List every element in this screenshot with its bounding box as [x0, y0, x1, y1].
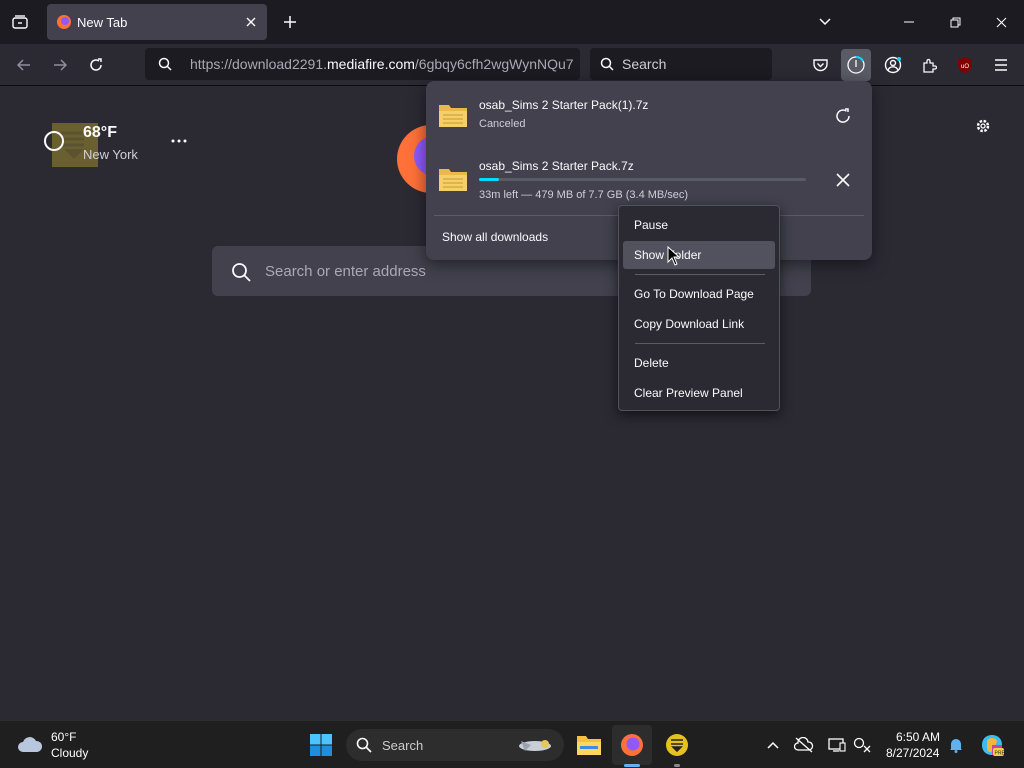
taskbar-search[interactable]: Search	[346, 729, 564, 761]
reload-icon[interactable]	[86, 55, 106, 75]
pocket-icon[interactable]	[809, 54, 831, 76]
download-context-menu: Pause Show Folder Go To Download Page Co…	[618, 205, 780, 411]
file-explorer-icon[interactable]	[574, 731, 604, 759]
search-highlight-icon	[514, 734, 556, 756]
download-filename: osab_Sims 2 Starter Pack.7z	[479, 159, 634, 173]
windows-taskbar: 60°F Cloudy Search 6:50 AM 8/27/2024 PRE	[0, 720, 1024, 768]
cancel-download-icon[interactable]	[832, 169, 854, 191]
download-status: Canceled	[479, 118, 526, 130]
display-icon[interactable]	[826, 734, 848, 756]
close-window-icon[interactable]	[991, 12, 1011, 32]
retry-icon[interactable]	[832, 105, 854, 127]
onedrive-offline-icon[interactable]	[793, 734, 815, 756]
search-bar-placeholder: Search	[622, 56, 667, 72]
menu-item-pause[interactable]: Pause	[623, 211, 775, 239]
downloads-icon[interactable]	[841, 49, 871, 81]
download-manager-icon[interactable]	[663, 731, 691, 759]
menu-divider	[635, 343, 765, 344]
notification-bell-icon[interactable]	[946, 735, 966, 755]
search-icon	[230, 261, 252, 283]
clock-date[interactable]: 8/27/2024	[886, 746, 939, 760]
newtab-search-placeholder: Search or enter address	[265, 263, 426, 280]
download-progress-bar	[479, 178, 806, 181]
close-tab-icon[interactable]	[243, 14, 259, 30]
menu-item-show-folder[interactable]: Show Folder	[623, 241, 775, 269]
settings-gear-icon[interactable]	[972, 115, 994, 137]
firefox-icon	[56, 14, 72, 30]
menu-icon[interactable]	[990, 54, 1012, 76]
copilot-icon[interactable]: PRE	[978, 731, 1006, 759]
clock-time[interactable]: 6:50 AM	[896, 730, 940, 744]
menu-item-go-to-download-page[interactable]: Go To Download Page	[623, 280, 775, 308]
active-app-indicator	[624, 764, 640, 767]
taskbar-weather-desc[interactable]: Cloudy	[51, 746, 88, 760]
svg-text:uO: uO	[961, 64, 969, 70]
taskbar-weather-temp[interactable]: 60°F	[51, 730, 76, 744]
show-all-downloads-link[interactable]: Show all downloads	[442, 230, 548, 244]
download-progress-fill	[479, 178, 499, 181]
chevron-up-icon[interactable]	[763, 735, 783, 755]
back-icon[interactable]	[14, 55, 34, 75]
tab-title: New Tab	[77, 15, 128, 30]
menu-item-clear-preview-panel[interactable]: Clear Preview Panel	[623, 379, 775, 407]
chevron-down-icon[interactable]	[815, 12, 835, 32]
new-tab-icon[interactable]	[280, 12, 300, 32]
weather-location: New York	[83, 147, 138, 162]
menu-item-delete[interactable]: Delete	[623, 349, 775, 377]
download-filename: osab_Sims 2 Starter Pack(1).7z	[479, 98, 649, 112]
menu-divider	[635, 274, 765, 275]
url-text: https://download2291.mediafire.com/6gbqy…	[190, 56, 574, 72]
weather-options-icon[interactable]	[169, 131, 189, 151]
search-bar[interactable]: Search	[590, 48, 772, 80]
download-item[interactable]: osab_Sims 2 Starter Pack(1).7z Canceled	[426, 89, 872, 145]
forward-icon[interactable]	[50, 55, 70, 75]
account-icon[interactable]	[882, 54, 904, 76]
taskbar-search-placeholder: Search	[382, 738, 424, 753]
tab-list-icon[interactable]	[8, 12, 32, 32]
download-status: 33m left — 479 MB of 7.7 GB (3.4 MB/sec)	[479, 189, 689, 201]
archive-file-icon	[438, 165, 468, 193]
tab-strip: New Tab	[0, 0, 1024, 44]
archive-file-icon	[438, 101, 468, 129]
weather-temperature: 68°F	[83, 124, 117, 141]
firefox-logo	[396, 124, 430, 194]
ublock-origin-icon[interactable]: uO	[954, 54, 976, 76]
cloud-icon[interactable]	[16, 731, 44, 757]
search-icon	[599, 56, 615, 72]
search-icon	[157, 56, 173, 72]
mouse-cursor	[667, 245, 681, 266]
tab-new-tab[interactable]: New Tab	[47, 4, 267, 40]
nav-bar: https://download2291.mediafire.com/6gbqy…	[0, 44, 1024, 86]
restore-icon[interactable]	[945, 12, 965, 32]
app-running-indicator	[674, 764, 680, 767]
extensions-icon[interactable]	[918, 54, 940, 76]
minimize-icon[interactable]	[899, 12, 919, 32]
search-icon	[356, 737, 372, 753]
svg-text:PRE: PRE	[995, 751, 1006, 757]
menu-item-copy-download-link[interactable]: Copy Download Link	[623, 310, 775, 338]
address-bar[interactable]: https://download2291.mediafire.com/6gbqy…	[145, 48, 580, 80]
firefox-taskbar-icon[interactable]	[612, 725, 652, 765]
windows-start-icon[interactable]	[307, 731, 335, 759]
network-icon[interactable]	[851, 734, 873, 756]
